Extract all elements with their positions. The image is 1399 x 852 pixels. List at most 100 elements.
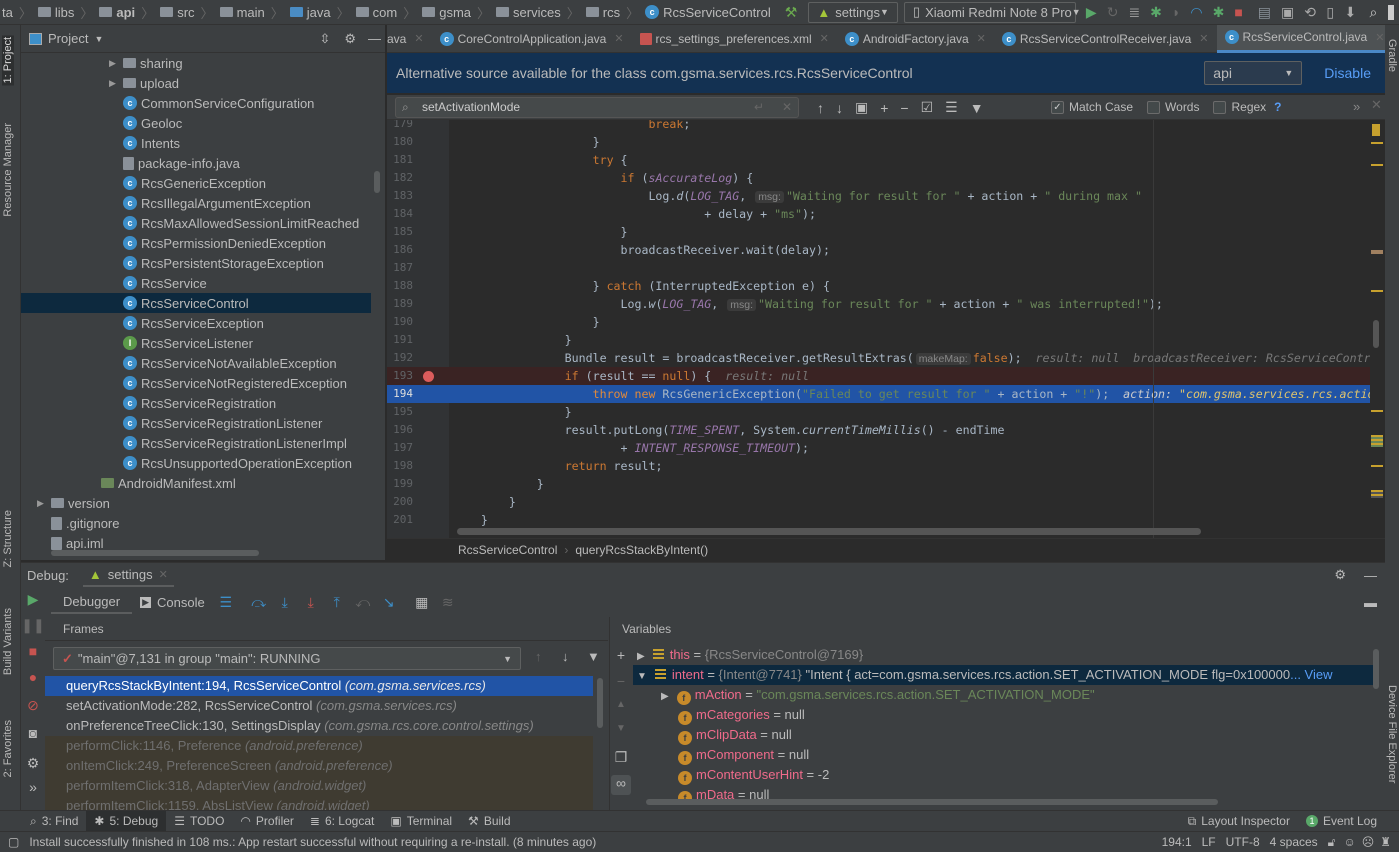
code-line[interactable]: 191 } — [387, 331, 1385, 349]
stack-frame[interactable]: onItemClick:249, PreferenceScreen (andro… — [45, 756, 593, 776]
code-line[interactable]: 201 } — [387, 511, 1385, 529]
hide-icon[interactable]: — — [368, 31, 381, 46]
code-line[interactable]: 197 + INTENT_RESPONSE_TIMEOUT); — [387, 439, 1385, 457]
variables-horizontal-scrollbar[interactable] — [646, 799, 1218, 805]
close-tab-icon[interactable]: ✕ — [977, 32, 986, 45]
code-line[interactable]: 188 } catch (InterruptedException e) { — [387, 277, 1385, 295]
layout-icon[interactable]: ▬ — [1364, 595, 1377, 610]
code-line[interactable]: 190 } — [387, 313, 1385, 331]
device-select[interactable]: ▯ Xiaomi Redmi Note 8 Pro ▼ — [903, 1, 1081, 23]
tree-item-rcsserviceexception[interactable]: c RcsServiceException — [109, 313, 264, 333]
toggle-tool-windows-icon[interactable]: ▢ — [8, 835, 19, 849]
tree-item-intents[interactable]: c Intents — [109, 133, 180, 153]
tree-item-rcsservicenotregisteredexception[interactable]: c RcsServiceNotRegisteredException — [109, 373, 347, 393]
tab-rcsservicecontrolreceiver-java[interactable]: c RcsServiceControlReceiver.java ✕ — [994, 25, 1217, 53]
move-down-icon[interactable]: ▼ — [611, 723, 631, 749]
lock-icon[interactable]: 🔓︎ — [1328, 835, 1336, 850]
layout-inspector-button[interactable]: ⧉ Layout Inspector — [1180, 811, 1298, 832]
code-line[interactable]: 184 + delay + "ms"); — [387, 205, 1385, 223]
search-icon[interactable]: ⌕ — [1369, 4, 1378, 20]
tab-rcsservicecontrol-java[interactable]: c RcsServiceControl.java ✕ — [1216, 24, 1393, 53]
tree-item-rcsserviceregistrationlistener[interactable]: c RcsServiceRegistrationListener — [109, 413, 322, 433]
terminal-window-icon[interactable]: ▣ — [1281, 4, 1294, 20]
tree-item-commonserviceconfiguration[interactable]: c CommonServiceConfiguration — [109, 93, 314, 113]
force-step-into-icon[interactable]: ⤓ — [303, 594, 319, 610]
collapse-arrow-icon[interactable]: ▼ — [637, 671, 647, 682]
tree-item-rcsservice[interactable]: c RcsService — [109, 273, 207, 293]
stop-icon[interactable]: ■ — [1234, 4, 1242, 20]
breadcrumb-item[interactable]: libs 〉 — [37, 3, 93, 22]
settings-icon[interactable]: ⚙ — [21, 755, 45, 779]
variable-row[interactable]: ▶ f mAction = "com.gsma.services.rcs.actio… — [661, 685, 1095, 705]
tree-item-rcsmaxallowedsessionlimitreached[interactable]: c RcsMaxAllowedSessionLimitReached — [109, 213, 359, 233]
previous-frame-icon[interactable]: ↑ — [535, 649, 542, 664]
select-all-occurrences-icon[interactable]: ▣ — [855, 99, 868, 116]
stack-frame[interactable]: queryRcsStackByIntent:194, RcsServiceCon… — [45, 676, 593, 696]
code-line[interactable]: 189 Log.w(LOG_TAG, msg: "Waiting for resu… — [387, 295, 1385, 313]
run-to-cursor-icon[interactable]: ↘ — [381, 594, 397, 610]
debug-icon[interactable]: ✱ — [1150, 4, 1162, 20]
step-out-icon[interactable]: ⤒ — [329, 594, 345, 610]
close-tab-icon[interactable]: ✕ — [1375, 31, 1384, 44]
tree-item-rcsgenericexception[interactable]: c RcsGenericException — [109, 173, 266, 193]
status-message[interactable]: Install successfully finished in 108 ms.… — [29, 835, 596, 849]
breadcrumb-item[interactable]: ta 〉 — [2, 3, 32, 22]
happy-face-icon[interactable]: ☺ — [1343, 835, 1355, 849]
variable-row[interactable]: f mComponent = null — [661, 745, 809, 765]
new-line-icon[interactable]: ↵ — [754, 98, 764, 117]
apply-code-changes-icon[interactable]: ≣ — [1128, 4, 1140, 20]
debugger-tab[interactable]: Debugger — [51, 590, 133, 614]
editor-horizontal-scrollbar[interactable] — [457, 528, 1201, 535]
hammer-icon[interactable]: ⚒ — [785, 4, 798, 20]
tree-item-rcsserviceregistration[interactable]: c RcsServiceRegistration — [109, 393, 276, 413]
caret-position[interactable]: 194:1 — [1162, 835, 1192, 849]
match-case-checkbox[interactable]: ✓ — [1051, 100, 1064, 114]
tree-item-version[interactable]: ▶ version — [37, 493, 110, 513]
build-variants-tool-tab[interactable]: Build Variants — [2, 608, 14, 675]
expand-icon[interactable]: » — [1353, 99, 1360, 114]
filter-icon[interactable]: ▼ — [587, 649, 600, 664]
close-tab-icon[interactable]: ✕ — [820, 32, 829, 45]
add-occurrence-icon[interactable]: + — [880, 100, 888, 116]
add-watch-icon[interactable]: + — [611, 647, 631, 673]
code-line[interactable]: 179 break; — [387, 120, 1385, 133]
code-line[interactable]: 182 if (sAccurateLog) { — [387, 169, 1385, 187]
stop-icon[interactable]: ■ — [21, 643, 45, 669]
breadcrumb-item[interactable]: api 〉 — [99, 3, 154, 22]
tab-corecontrolapplication-java[interactable]: c CoreControlApplication.java ✕ — [432, 25, 632, 53]
expand-arrow-icon[interactable]: ▶ — [661, 691, 669, 702]
regex-checkbox[interactable] — [1213, 100, 1227, 114]
structure-tool-tab[interactable]: Z: Structure — [2, 510, 14, 567]
thread-select[interactable]: ✓ "main"@7,131 in group "main": RUNNING … — [53, 647, 521, 670]
file-encoding[interactable]: UTF-8 — [1226, 835, 1260, 849]
breadcrumb-item[interactable]: com 〉 — [355, 3, 416, 22]
breadcrumb-class[interactable]: RcsServiceControl — [458, 543, 557, 557]
step-over-icon[interactable]: ⤼ — [251, 594, 267, 610]
coverage-icon[interactable]: ◗ — [1172, 4, 1180, 20]
tree-item-geoloc[interactable]: c Geoloc — [109, 113, 182, 133]
code-line[interactable]: 199 } — [387, 475, 1385, 493]
words-checkbox[interactable] — [1147, 100, 1161, 114]
close-tab-icon[interactable]: ✕ — [1199, 32, 1208, 45]
breadcrumb-method[interactable]: queryRcsStackByIntent() — [575, 543, 708, 557]
variable-row[interactable]: f mClipData = null — [661, 725, 792, 745]
console-tab[interactable]: ▶ Console — [132, 590, 213, 614]
disable-link[interactable]: Disable — [1324, 65, 1371, 81]
run-config-select[interactable]: ▲ settings ▼ — [808, 1, 898, 23]
line-separator[interactable]: LF — [1202, 835, 1216, 849]
search-input[interactable]: ⌕ setActivationMode ↵ ✕ — [395, 97, 799, 118]
tool-window-profiler[interactable]: ◠ Profiler — [232, 811, 302, 832]
more-icon[interactable]: » — [21, 779, 45, 795]
filter-results-icon[interactable]: ☰ — [945, 99, 958, 116]
breadcrumb-item[interactable]: java 〉 — [289, 3, 350, 22]
stack-frame[interactable]: performItemClick:318, AdapterView (andro… — [45, 776, 593, 796]
code-line[interactable]: 186 broadcastReceiver.wait(delay); — [387, 241, 1385, 259]
tree-item-rcsservicenotavailableexception[interactable]: c RcsServiceNotAvailableException — [109, 353, 337, 373]
code-line[interactable]: 193 if (result == null) { result: null — [387, 367, 1385, 385]
filter-icon[interactable]: ▼ — [970, 100, 984, 116]
sync-gradle-icon[interactable]: ⟲ — [1304, 4, 1316, 20]
close-icon[interactable]: ✕ — [159, 568, 168, 581]
clear-icon[interactable]: ✕ — [782, 98, 792, 117]
event-log-button[interactable]: 1 Event Log — [1298, 811, 1385, 832]
stack-frame[interactable]: onPreferenceTreeClick:130, SettingsDispl… — [45, 716, 593, 736]
